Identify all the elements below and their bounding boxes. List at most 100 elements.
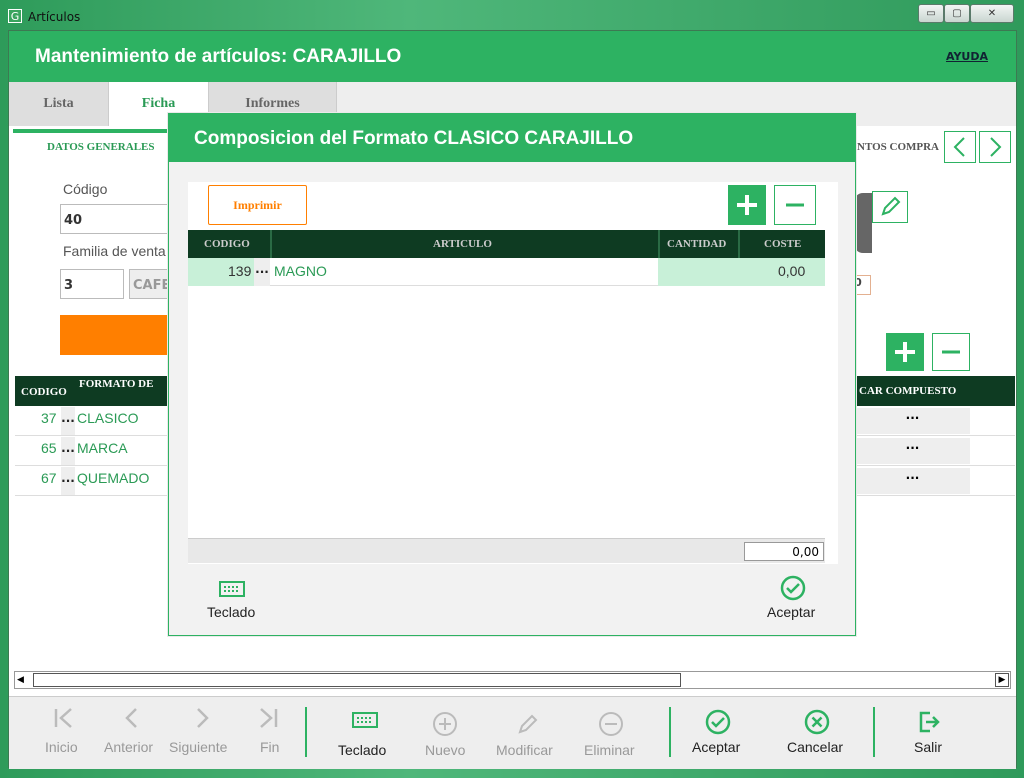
anterior-button[interactable]: Anterior <box>104 739 153 755</box>
codigo-input[interactable]: 40 <box>60 204 170 234</box>
cancel-circle-icon <box>804 709 830 739</box>
maximize-button[interactable]: ▢ <box>944 4 970 23</box>
page-header: Mantenimiento de artículos: CARAJILLO AY… <box>9 31 1016 82</box>
plus-icon <box>895 342 915 362</box>
scroll-right-icon[interactable]: ▶ <box>995 673 1009 687</box>
minus-circle-icon <box>598 711 624 741</box>
orange-action-bar[interactable] <box>60 315 170 355</box>
add-line-button[interactable] <box>728 185 766 225</box>
minus-icon <box>786 203 804 207</box>
chevron-left-icon <box>953 137 965 157</box>
row-coste: 0,00 <box>778 263 806 279</box>
scroll-left-icon[interactable]: ◀ <box>17 674 27 686</box>
table-row[interactable]: 139 ... MAGNO 0,00 <box>188 258 825 286</box>
toolbar-separator <box>873 707 875 757</box>
prev-subtab-button[interactable] <box>944 131 976 163</box>
edit-image-button[interactable] <box>872 191 908 223</box>
row-codigo: 67 <box>41 470 57 486</box>
last-record-icon <box>255 705 281 735</box>
row-ellipsis-button[interactable]: ... <box>61 407 75 435</box>
tab-lista[interactable]: Lista <box>9 82 109 126</box>
row-ellipsis-button[interactable]: ... <box>61 437 75 465</box>
cancelar-button[interactable]: Cancelar <box>787 739 843 755</box>
row-codigo: 65 <box>41 440 57 456</box>
keyboard-icon <box>219 580 245 602</box>
minus-icon <box>942 350 960 354</box>
row-ellipsis-button[interactable]: ... <box>254 258 270 286</box>
window-titlebar: G Artículos ▭ ▢ ✕ <box>0 0 1024 30</box>
first-record-icon <box>51 705 77 735</box>
fin-button[interactable]: Fin <box>260 739 279 755</box>
next-record-icon <box>189 705 215 735</box>
imprimir-button[interactable]: Imprimir <box>208 185 307 225</box>
minimize-button[interactable]: ▭ <box>918 4 944 23</box>
row-nombre: MARCA <box>77 440 128 456</box>
check-circle-icon <box>705 709 731 739</box>
row-codigo: 139 <box>228 263 252 279</box>
dialog-body: Imprimir CODIGO ARTICULO CANTIDAD COSTE <box>169 162 855 635</box>
page-title: Mantenimiento de artículos: CARAJILLO <box>35 46 402 67</box>
siguiente-button[interactable]: Siguiente <box>169 739 227 755</box>
dialog-header: Composicion del Formato CLASICO CARAJILL… <box>169 114 855 162</box>
dialog-teclado-button[interactable]: Teclado <box>207 604 255 620</box>
remove-line-button[interactable] <box>774 185 816 225</box>
composition-panel: Imprimir CODIGO ARTICULO CANTIDAD COSTE <box>188 182 838 564</box>
col-codigo: CODIGO <box>204 238 250 250</box>
dialog-aceptar-button[interactable]: Aceptar <box>767 604 815 620</box>
col-compuesto: CAR COMPUESTO <box>859 385 957 397</box>
help-link[interactable]: AYUDA <box>946 50 988 63</box>
close-button[interactable]: ✕ <box>970 4 1014 23</box>
composicion-dialog: Composicion del Formato CLASICO CARAJILL… <box>168 113 856 636</box>
chevron-right-icon <box>990 137 1002 157</box>
remove-format-button[interactable] <box>932 333 970 371</box>
familia-label: Familia de venta <box>63 243 166 259</box>
window-title: Artículos <box>28 10 81 24</box>
inicio-button[interactable]: Inicio <box>45 739 78 755</box>
toolbar-separator <box>669 707 671 757</box>
col-coste: COSTE <box>764 238 802 250</box>
row-compuesto-button[interactable]: ... <box>855 468 970 494</box>
row-nombre: QUEMADO <box>77 470 150 486</box>
familia-name-field: CAFE <box>129 269 170 299</box>
check-circle-icon <box>780 575 806 605</box>
app-icon: G <box>8 9 22 23</box>
add-format-button[interactable] <box>886 333 924 371</box>
modificar-button[interactable]: Modificar <box>496 742 553 758</box>
row-codigo: 37 <box>41 410 57 426</box>
col-codigo: CODIGO <box>21 386 67 398</box>
plus-circle-icon <box>432 711 458 741</box>
col-articulo: ARTICULO <box>433 238 492 250</box>
row-articulo: MAGNO <box>274 263 327 279</box>
familia-code-input[interactable]: 3 <box>60 269 124 299</box>
plus-icon <box>737 195 757 215</box>
aceptar-button[interactable]: Aceptar <box>692 739 740 755</box>
composition-table-header: CODIGO ARTICULO CANTIDAD COSTE <box>188 230 825 258</box>
col-formato: FORMATO DE <box>79 378 154 390</box>
totals-bar: 0,00 <box>188 538 825 563</box>
exit-icon <box>916 709 942 739</box>
bottom-toolbar: Inicio Anterior Siguiente Fin Teclado Nu… <box>9 696 1016 769</box>
scroll-thumb[interactable] <box>33 673 681 687</box>
row-ellipsis-button[interactable]: ... <box>61 467 75 495</box>
horizontal-scrollbar[interactable]: ◀ ▶ <box>14 671 1011 689</box>
row-compuesto-button[interactable]: ... <box>855 408 970 434</box>
teclado-button[interactable]: Teclado <box>338 742 386 758</box>
eliminar-button[interactable]: Eliminar <box>584 742 635 758</box>
pencil-icon <box>881 196 901 216</box>
next-subtab-button[interactable] <box>979 131 1011 163</box>
window-client: Mantenimiento de artículos: CARAJILLO AY… <box>8 30 1017 769</box>
nuevo-button[interactable]: Nuevo <box>425 742 465 758</box>
row-nombre: CLASICO <box>77 410 139 426</box>
previous-record-icon <box>119 705 145 735</box>
toolbar-separator <box>305 707 307 757</box>
product-image <box>854 193 872 253</box>
pencil-icon <box>515 711 541 741</box>
salir-button[interactable]: Salir <box>914 739 942 755</box>
col-cantidad: CANTIDAD <box>667 238 727 250</box>
subtab-datos-generales[interactable]: DATOS GENERALES <box>47 141 155 153</box>
row-compuesto-button[interactable]: ... <box>855 438 970 464</box>
dialog-title: Composicion del Formato CLASICO CARAJILL… <box>194 128 634 149</box>
codigo-label: Código <box>63 181 108 197</box>
subtab-elementos-compra[interactable]: NTOS COMPRA <box>857 141 939 153</box>
keyboard-icon <box>352 711 378 733</box>
